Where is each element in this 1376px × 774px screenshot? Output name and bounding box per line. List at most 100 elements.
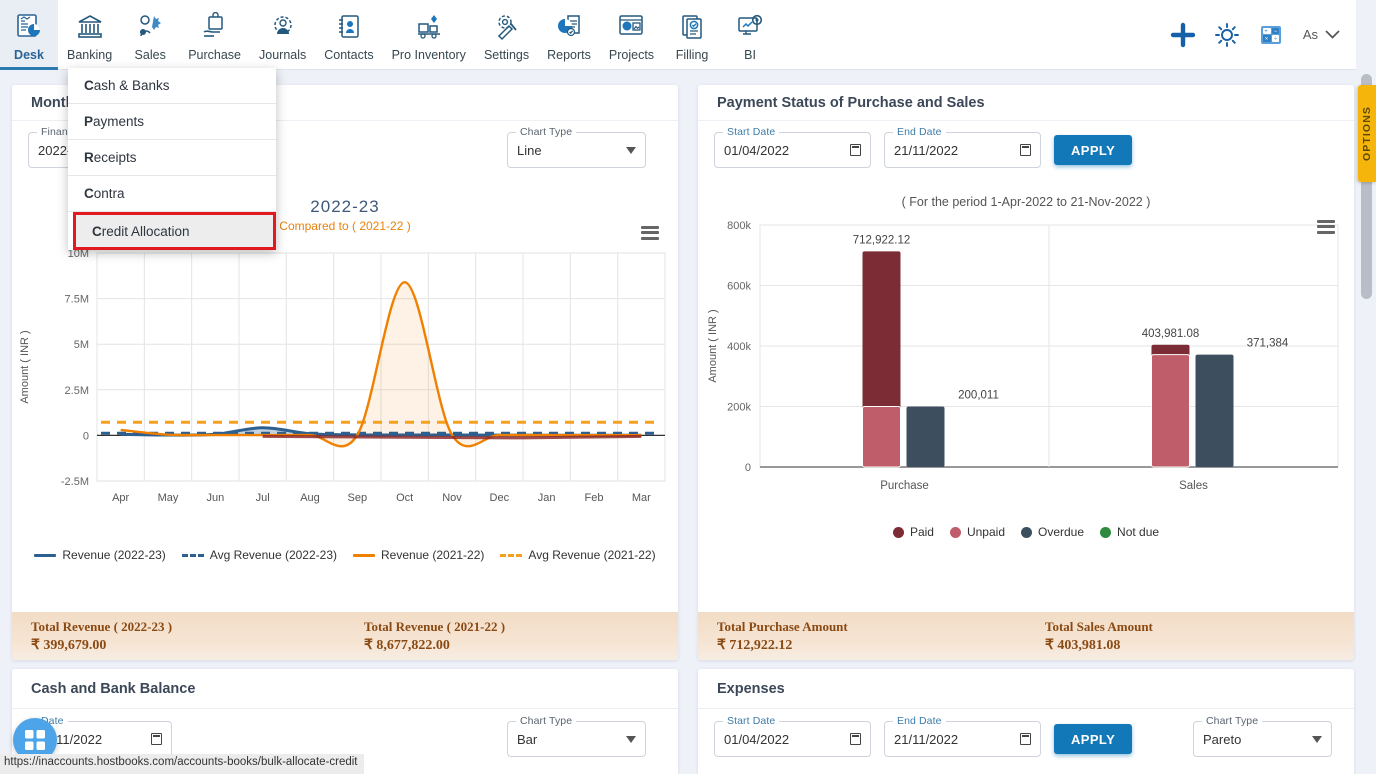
chart-type-label: Chart Type (516, 126, 577, 138)
nav-item-projects[interactable]: Projects (600, 0, 663, 69)
chevron-down-icon (626, 146, 636, 154)
svg-text:600k: 600k (727, 281, 751, 293)
calendar-icon[interactable] (850, 733, 861, 745)
legend-item[interactable]: Unpaid (949, 525, 1005, 539)
svg-text:712,922.12: 712,922.12 (853, 234, 911, 246)
start-date-value: 01/04/2022 (724, 142, 790, 158)
nav-item-pro-inventory[interactable]: Pro Inventory (383, 0, 475, 69)
expenses-start-date-input[interactable]: Start Date 01/04/2022 (714, 715, 871, 757)
calculator-icon[interactable]: + − × ÷ (1249, 0, 1293, 69)
nav-item-purchase[interactable]: Purchase (179, 0, 250, 69)
nav-label: Desk (14, 48, 44, 62)
legend-label: Paid (909, 525, 934, 539)
total-label: Total Sales Amount (1045, 618, 1153, 634)
legend-label: Overdue (1038, 525, 1085, 539)
svg-text:Amount ( INR ): Amount ( INR ) (707, 309, 719, 382)
chart-context-menu-icon[interactable] (1317, 217, 1335, 236)
nav-item-sales[interactable]: Sales (121, 0, 179, 69)
bar-chart-legend: Paid Unpaid Overdue Not due (698, 525, 1354, 539)
payment-end-date-input[interactable]: End Date 21/11/2022 (884, 126, 1041, 168)
legend-swatch (1100, 526, 1112, 538)
expenses-chart-type-select[interactable]: Chart Type Pareto (1193, 715, 1332, 757)
calendar-icon[interactable] (1020, 144, 1031, 156)
legend-item[interactable]: Revenue (2021-22) (353, 548, 484, 562)
legend-swatch (500, 553, 523, 557)
menu-item-contra[interactable]: Contra (68, 176, 276, 212)
legend-item[interactable]: Paid (892, 525, 934, 539)
menu-item-cash-and-banks[interactable]: Cash & Banks (68, 68, 276, 104)
expenses-end-date-input[interactable]: End Date 21/11/2022 (884, 715, 1041, 757)
legend-label: Avg Revenue (2022-23) (209, 548, 337, 562)
chart-context-menu-icon[interactable] (641, 223, 659, 242)
line-chart-svg: 10M7.5M5M2.5M0-2.5MAmount ( INR )Apr May J… (19, 248, 666, 504)
gear-icon[interactable] (1205, 0, 1249, 69)
menu-rest: redit Allocation (101, 223, 190, 239)
expenses-apply-button[interactable]: APPLY (1054, 724, 1133, 754)
legend-item[interactable]: Overdue (1021, 525, 1084, 539)
nav-label: Purchase (188, 48, 241, 62)
line-chart-legend: Revenue (2022-23) Avg Revenue (2022-23) … (12, 548, 678, 562)
projects-icon (616, 11, 646, 43)
chevron-down-icon (1325, 27, 1340, 42)
purchase-icon (200, 11, 230, 43)
chart-type-value: Line (517, 142, 542, 158)
legend-item[interactable]: Avg Revenue (2022-23) (181, 548, 337, 562)
start-date-value: 01/04/2022 (724, 731, 790, 747)
monthly-revenue-chart: 2022-23 Compared to ( 2021-22 ) 10M 7.5M 5… (12, 197, 678, 647)
chevron-down-icon (626, 735, 636, 743)
chart-type-value: Bar (517, 731, 538, 747)
nav-item-desk[interactable]: Desk (0, 0, 58, 70)
nav-label: Journals (259, 48, 307, 62)
add-icon[interactable] (1161, 0, 1205, 69)
calendar-icon[interactable] (1020, 733, 1031, 745)
menu-item-credit-allocation[interactable]: Credit Allocation (73, 212, 276, 250)
end-date-label: End Date (893, 126, 946, 138)
svg-text:Mar: Mar (632, 492, 651, 504)
nav-item-reports[interactable]: Reports (538, 0, 600, 69)
menu-item-payments[interactable]: Payments (68, 104, 276, 140)
calendar-icon[interactable] (151, 733, 162, 745)
svg-text:Jan: Jan (538, 492, 556, 504)
start-date-label: Start Date (723, 126, 780, 138)
payment-start-date-input[interactable]: Start Date 01/04/2022 (714, 126, 871, 168)
nav-label: Filling (675, 48, 709, 62)
legend-item[interactable]: Not due (1100, 525, 1159, 539)
settings-icon (492, 11, 522, 43)
chevron-down-icon (1312, 735, 1322, 743)
nav-item-filling[interactable]: Filling (663, 0, 721, 69)
payment-apply-button[interactable]: APPLY (1054, 135, 1133, 165)
total-label: Total Revenue ( 2022-23 ) (31, 618, 173, 634)
legend-swatch (181, 553, 204, 557)
nav-item-settings[interactable]: Settings (475, 0, 538, 69)
legend-item[interactable]: Avg Revenue (2021-22) (500, 548, 656, 562)
nav-label: Contacts (324, 48, 374, 62)
nav-item-journals[interactable]: Journals (250, 0, 315, 69)
svg-text:−: − (1274, 29, 1278, 35)
calendar-icon[interactable] (850, 144, 861, 156)
nav-item-banking[interactable]: Banking (58, 0, 121, 69)
chart-period-label: ( For the period 1-Apr-2022 to 21-Nov-20… (901, 195, 1151, 209)
svg-text:0: 0 (745, 462, 751, 474)
total-label: Total Revenue ( 2021-22 ) (364, 618, 506, 634)
nav-label: Projects (608, 48, 655, 62)
svg-text:Jul: Jul (256, 492, 270, 504)
chart-type-value: Pareto (1203, 731, 1242, 747)
options-side-tab[interactable]: OPTIONS (1358, 85, 1376, 182)
inventory-icon (414, 11, 444, 43)
total-revenue-previous: Total Revenue ( 2021-22 ) ₹ 8,677,822.00 (345, 619, 678, 654)
nav-item-bi[interactable]: BI (721, 0, 779, 69)
legend-item[interactable]: Revenue (2022-23) (34, 548, 166, 562)
revenue-chart-type-select[interactable]: Chart Type Line (507, 126, 646, 168)
cash-bank-chart-type-select[interactable]: Chart Type Bar (507, 715, 646, 757)
menu-rest: ontra (93, 186, 125, 201)
total-sales-amount: Total Sales Amount ₹ 403,981.08 (1026, 619, 1354, 654)
total-value: ₹ 712,922.12 (717, 637, 793, 653)
legend-swatch (892, 526, 904, 538)
start-date-label: Start Date (723, 715, 780, 727)
svg-text:403,981.08: 403,981.08 (1142, 328, 1200, 340)
svg-text:Jun: Jun (206, 492, 224, 504)
payment-status-chart: ( For the period 1-Apr-2022 to 21-Nov-20… (698, 195, 1354, 645)
user-menu[interactable]: As (1293, 0, 1356, 69)
menu-item-receipts[interactable]: Receipts (68, 140, 276, 176)
nav-item-contacts[interactable]: Contacts (315, 0, 382, 69)
